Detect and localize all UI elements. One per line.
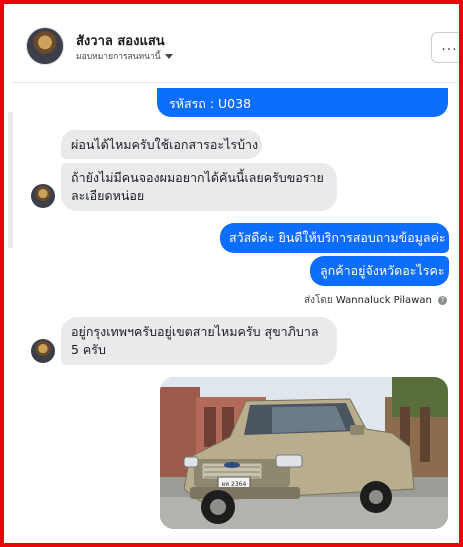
avatar[interactable] — [31, 184, 55, 208]
incoming-message: ถ้ายังไม่มีคนจองผมอยากได้คันนี้เลยครับขอ… — [61, 163, 337, 211]
sender-name[interactable]: Wannaluck Pilawan — [336, 295, 432, 306]
sent-by-label: ส่งโดย Wannaluck Pilawan ? — [304, 293, 447, 308]
outgoing-message: สวัสดีค่ะ ยินดีให้บริการสอบถามข้อมูลค่ะ — [220, 223, 449, 253]
contact-name[interactable]: สังวาล สองแสน — [76, 30, 165, 51]
sent-by-prefix: ส่งโดย — [304, 295, 333, 306]
incoming-message: ผ่อนได้ไหมครับใช้เอกสารอะไรบ้าง — [61, 130, 262, 159]
outgoing-message: ลูกค้าอยู่จังหวัดอะไรคะ — [310, 256, 449, 286]
message-text: รหัสรถ : U038 — [169, 96, 252, 111]
assign-label: มอบหมายการสนทนานี้ — [76, 52, 161, 62]
message-text: ผ่อนได้ไหมครับใช้เอกสารอะไรบ้าง — [71, 137, 259, 152]
message-text: สวัสดีค่ะ ยินดีให้บริการสอบถามข้อมูลค่ะ — [229, 230, 446, 245]
message-text: ลูกค้าอยู่จังหวัดอะไรคะ — [320, 263, 445, 278]
pickup-truck-image: ผท 2364 — [160, 377, 448, 529]
avatar[interactable] — [31, 339, 55, 363]
assign-conversation-dropdown[interactable]: มอบหมายการสนทนานี้ — [76, 49, 173, 63]
scrollbar[interactable] — [8, 112, 13, 248]
avatar[interactable] — [26, 27, 64, 65]
question-circle-icon[interactable]: ? — [438, 295, 447, 305]
chevron-down-icon — [164, 54, 173, 59]
conversation-header: สังวาล สองแสน มอบหมายการสนทนานี้ ... — [12, 12, 459, 83]
car-photo[interactable]: ผท 2364 — [160, 377, 448, 529]
license-plate: ผท 2364 — [222, 481, 247, 488]
more-options-button[interactable]: ... — [431, 32, 459, 63]
incoming-message: อยู่กรุงเทพฯครับอยู่เขตสายไหมครับ สุขาภิ… — [61, 317, 337, 365]
message-text: ถ้ายังไม่มีคนจองผมอยากได้คันนี้เลยครับขอ… — [71, 170, 324, 203]
outgoing-message: รหัสรถ : U038 — [157, 88, 448, 117]
message-text: อยู่กรุงเทพฯครับอยู่เขตสายไหมครับ สุขาภิ… — [71, 324, 319, 357]
chat-window: สังวาล สองแสน มอบหมายการสนทนานี้ ... รหั… — [0, 0, 463, 547]
